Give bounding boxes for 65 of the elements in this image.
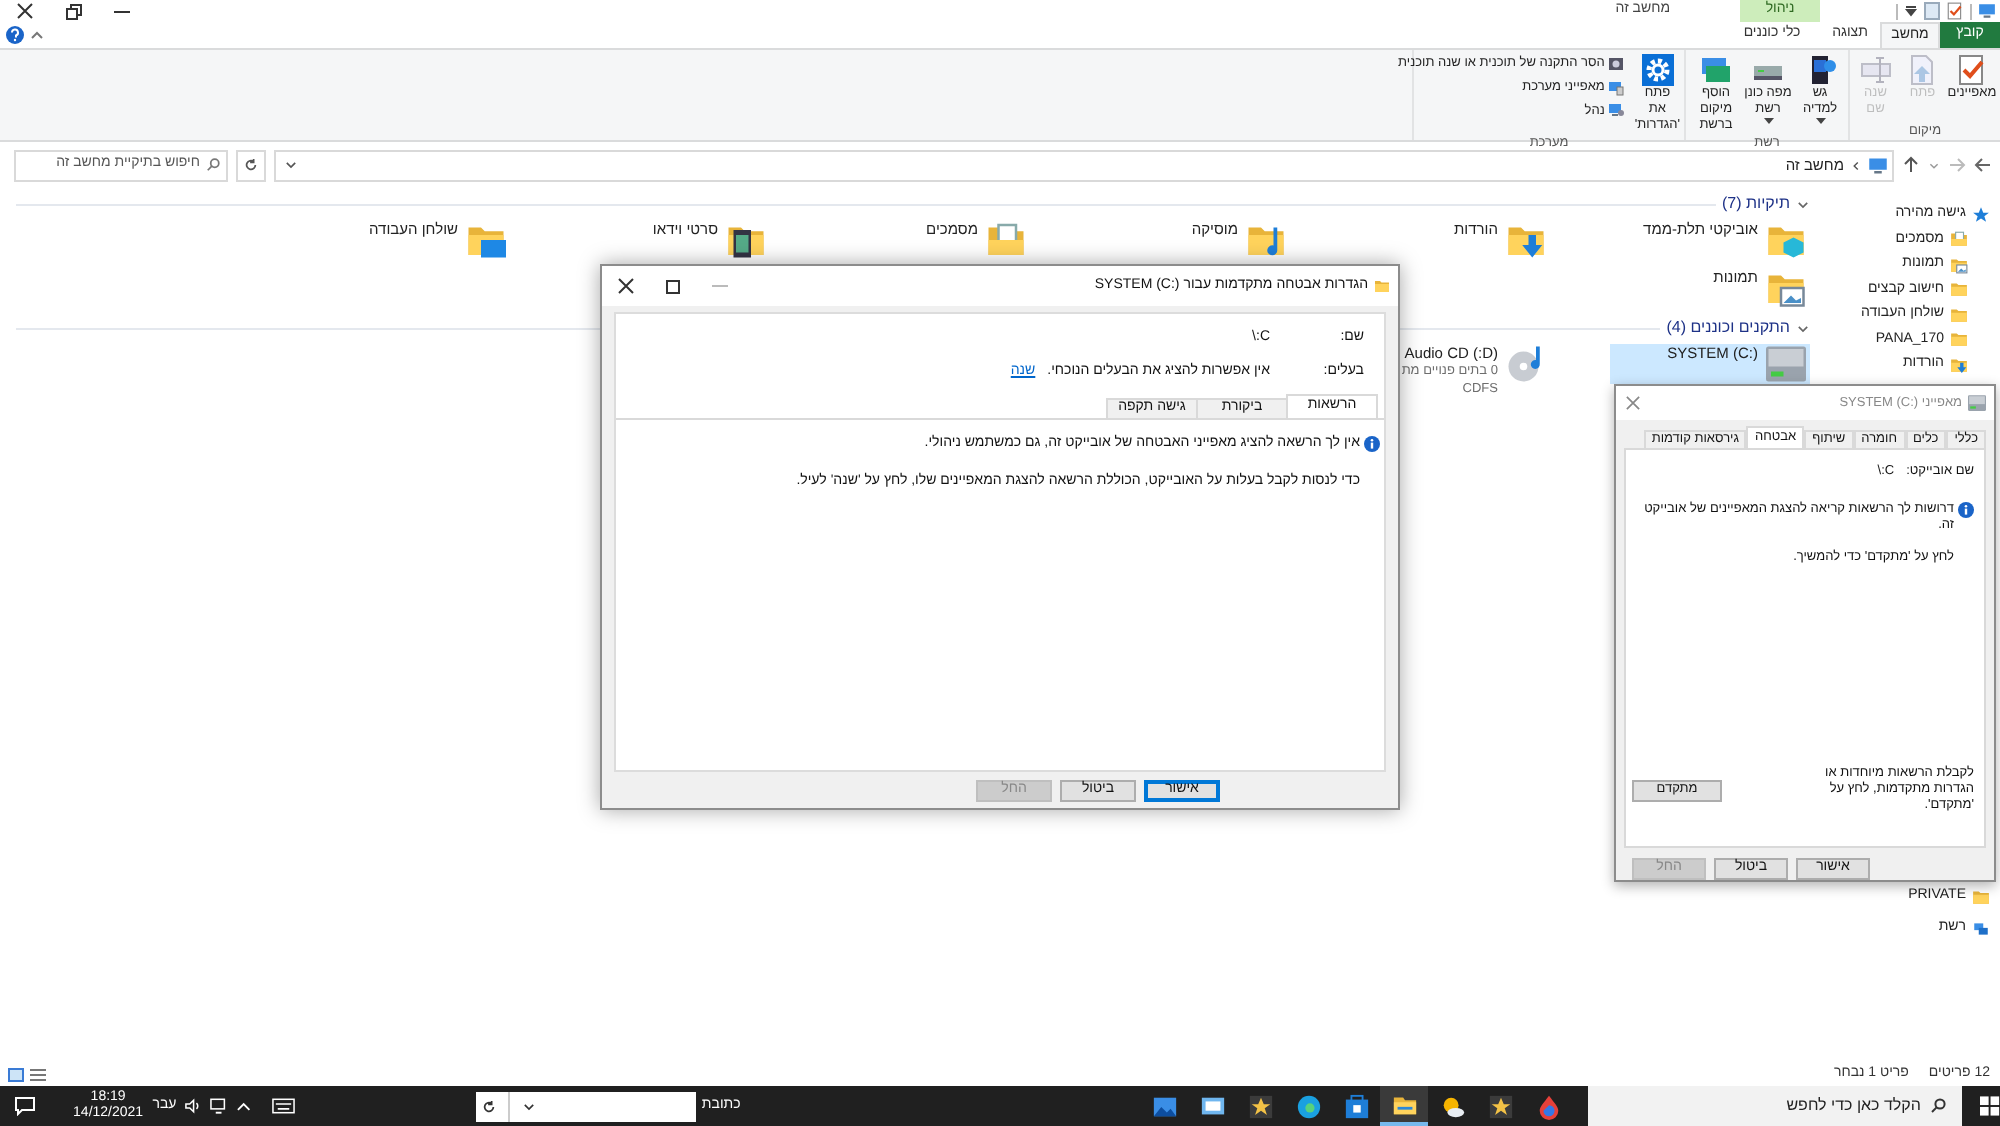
- drive-icon: [1968, 394, 1986, 412]
- app-icon: [1199, 1093, 1226, 1119]
- collapse-ribbon-icon[interactable]: [30, 28, 44, 42]
- help-icon[interactable]: [6, 26, 24, 44]
- close-icon[interactable]: [618, 278, 634, 294]
- app-icon: [1151, 1093, 1178, 1119]
- dropdown-arrow-icon: [1763, 118, 1773, 126]
- computer-icon: [1978, 2, 1996, 20]
- dropdown-arrow-icon: [1815, 118, 1825, 126]
- keyboard-icon[interactable]: [272, 1098, 296, 1114]
- info-icon: [1364, 436, 1380, 453]
- refresh-button[interactable]: [236, 149, 266, 181]
- computer-icon: [1868, 155, 1888, 175]
- section-header[interactable]: תיקיות (7): [1721, 192, 1790, 216]
- windows-start-icon[interactable]: [1980, 1096, 2000, 1116]
- customize-caret-icon[interactable]: [1904, 4, 1918, 18]
- refresh-icon: [481, 1099, 496, 1113]
- documents-folder-icon: [1950, 230, 1968, 249]
- tiles-view-icon[interactable]: [8, 1067, 24, 1081]
- close-icon[interactable]: [16, 2, 34, 20]
- search-icon: [1930, 1098, 1947, 1114]
- app-icon: [1343, 1093, 1370, 1119]
- dropdown-caret-icon: [521, 1099, 536, 1113]
- show-hidden-icons-icon[interactable]: [236, 1100, 253, 1112]
- volume-icon[interactable]: [184, 1098, 202, 1114]
- folder-icon: [1950, 330, 1968, 349]
- manage-icon: [1608, 102, 1625, 119]
- app-icon: [1295, 1093, 1322, 1119]
- disc-icon: [1506, 344, 1546, 384]
- taskbar-search-field[interactable]: הקלד כאן כדי לחפש: [1588, 1086, 1963, 1126]
- maximize-icon[interactable]: [666, 279, 680, 293]
- app-icon: [1487, 1093, 1514, 1119]
- network-location-icon: [1700, 54, 1732, 86]
- network-icon: [1972, 920, 1990, 938]
- drive-icon: [1766, 344, 1806, 384]
- folder-icon: [1374, 278, 1390, 294]
- open-icon: [1906, 54, 1939, 86]
- up-arrow-icon[interactable]: [1902, 156, 1920, 174]
- address-toolbar-field[interactable]: [475, 1091, 696, 1121]
- documents-folder-icon: [986, 220, 1026, 260]
- star-icon: [1972, 205, 1990, 224]
- pictures-folder-icon: [1950, 255, 1968, 274]
- app-icon: [1535, 1093, 1562, 1119]
- breadcrumb-caret-icon: [1850, 159, 1862, 171]
- address-dropdown-icon: [284, 158, 298, 172]
- restore-icon[interactable]: [66, 3, 82, 19]
- folder-icon: [1950, 305, 1968, 324]
- folder-icon: [1950, 280, 1968, 299]
- network-icon[interactable]: [209, 1098, 227, 1114]
- back-arrow-icon[interactable]: [1974, 156, 1992, 174]
- recent-locations-caret-icon: [1928, 159, 1940, 171]
- info-icon: [1958, 501, 1974, 518]
- search-icon: [206, 158, 220, 172]
- taskbar-app[interactable]: [1380, 1086, 1429, 1126]
- uninstall-icon: [1608, 55, 1625, 72]
- rename-icon: [1859, 54, 1892, 86]
- app-icon: [1247, 1093, 1274, 1119]
- folder-icon: [1972, 888, 1990, 906]
- system-icon: [1608, 79, 1625, 96]
- downloads-folder-icon: [1950, 355, 1968, 374]
- notification-icon: [13, 1096, 36, 1116]
- section-header[interactable]: התקנים וכוננים (4): [1666, 316, 1790, 340]
- details-view-icon[interactable]: [30, 1067, 46, 1081]
- refresh-icon: [244, 158, 258, 172]
- app-icon: [1439, 1093, 1466, 1119]
